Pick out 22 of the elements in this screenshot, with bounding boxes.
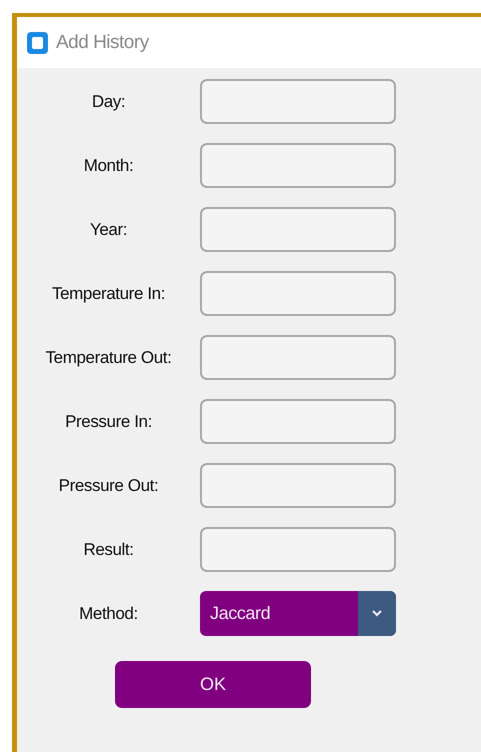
app-icon bbox=[27, 32, 48, 54]
ok-button[interactable]: OK bbox=[115, 661, 311, 708]
field-label: Pressure Out: bbox=[58, 476, 158, 496]
field-label: Temperature Out: bbox=[46, 348, 172, 368]
field-label: Method: bbox=[79, 604, 138, 624]
field-label: Month: bbox=[84, 156, 134, 176]
input-field[interactable] bbox=[200, 143, 396, 188]
input-field[interactable] bbox=[200, 271, 396, 316]
method-dropdown[interactable]: Jaccard bbox=[200, 591, 396, 636]
window-title: Add History bbox=[56, 32, 149, 54]
input-field[interactable] bbox=[200, 399, 396, 444]
field-label: Year: bbox=[90, 220, 128, 240]
field-label: Pressure In: bbox=[65, 412, 152, 432]
field-label: Day: bbox=[92, 92, 126, 112]
field-label: Temperature In: bbox=[52, 284, 166, 304]
input-field[interactable] bbox=[200, 527, 396, 572]
input-field[interactable] bbox=[200, 335, 396, 380]
input-field[interactable] bbox=[200, 207, 396, 252]
caret-icon bbox=[372, 610, 382, 617]
field-label: Result: bbox=[83, 540, 134, 560]
input-field[interactable] bbox=[200, 79, 396, 124]
input-field[interactable] bbox=[200, 463, 396, 508]
